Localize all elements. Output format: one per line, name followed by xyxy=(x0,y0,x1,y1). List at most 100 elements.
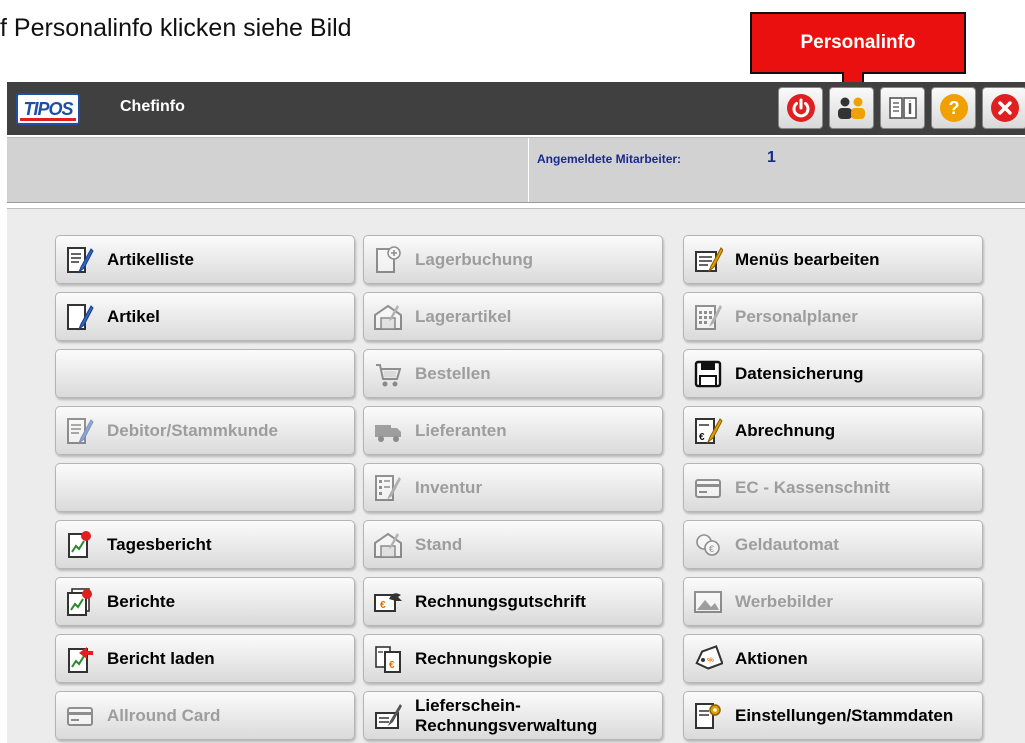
datensicherung-button[interactable]: Datensicherung xyxy=(683,349,983,398)
floppy-icon xyxy=(694,360,722,387)
info-book-button[interactable] xyxy=(880,87,925,129)
power-icon xyxy=(786,94,815,122)
cart-icon xyxy=(376,363,402,386)
menu-button-label: Berichte xyxy=(107,591,176,611)
menu-button-label: Werbebilder xyxy=(735,591,833,611)
stand-button[interactable]: Stand xyxy=(363,520,663,569)
main-menu-panel: Artikelliste Artikel Debitor/Stammkunde Tag… xyxy=(7,208,1025,743)
lieferschein-rechnungsverwaltung-button[interactable]: Lieferschein- Rechnungsverwaltung xyxy=(363,691,663,740)
credit-note-icon: € xyxy=(374,592,402,612)
instruction-caption: f Personalinfo klicken siehe Bild xyxy=(0,14,352,42)
reports-icon xyxy=(67,587,92,616)
einstellungen-stammdaten-button[interactable]: Einstellungen/Stammdaten xyxy=(683,691,983,740)
menu-button-label: Abrechnung xyxy=(735,420,836,440)
menu-button-label: Debitor/Stammkunde xyxy=(107,420,278,440)
empty-menu-button[interactable] xyxy=(55,463,355,512)
report-icon xyxy=(68,530,91,558)
allround-card-button[interactable]: Allround Card xyxy=(55,691,355,740)
edit-list-icon xyxy=(67,246,94,274)
help-button[interactable]: ? xyxy=(931,87,976,129)
warehouse-icon xyxy=(374,532,402,558)
svg-text:€: € xyxy=(380,600,386,611)
svg-text:€: € xyxy=(389,660,395,671)
empty-menu-button[interactable] xyxy=(55,349,355,398)
rechnungsgutschrift-button[interactable]: € Rechnungsgutschrift xyxy=(363,577,663,626)
status-divider xyxy=(528,138,529,202)
svg-text:€: € xyxy=(709,544,714,554)
window-title: Chefinfo xyxy=(120,98,185,115)
book-icon xyxy=(888,97,917,119)
tag-icon: % xyxy=(695,644,723,670)
abrechnung-button[interactable]: € Abrechnung xyxy=(683,406,983,455)
power-button[interactable] xyxy=(778,87,823,129)
add-document-icon xyxy=(376,245,401,273)
card-icon xyxy=(67,706,93,726)
menu-button-label: Inventur xyxy=(415,477,483,497)
invoice-copy-icon: € xyxy=(375,645,401,673)
bericht-laden-button[interactable]: Bericht laden xyxy=(55,634,355,683)
close-icon xyxy=(990,94,1019,122)
edit-menu-icon xyxy=(695,246,723,273)
svg-text:€: € xyxy=(699,432,705,443)
menu-button-label: Rechnungskopie xyxy=(415,648,552,668)
artikelliste-button[interactable]: Artikelliste xyxy=(55,235,355,284)
callout-label: Personalinfo xyxy=(800,32,916,53)
menu-button-label: Einstellungen/Stammdaten xyxy=(735,705,954,725)
warehouse-icon xyxy=(374,304,402,330)
delivery-note-icon xyxy=(375,703,402,729)
menu-button-label: Lieferschein- Rechnungsverwaltung xyxy=(415,695,598,735)
aktionen-button[interactable]: % Aktionen xyxy=(683,634,983,683)
svg-text:?: ? xyxy=(948,98,959,118)
rechnungskopie-button[interactable]: € Rechnungskopie xyxy=(363,634,663,683)
werbebilder-button[interactable]: Werbebilder xyxy=(683,577,983,626)
personalinfo-callout: Personalinfo xyxy=(750,12,966,74)
image-icon xyxy=(694,590,722,613)
billing-icon: € xyxy=(695,417,723,444)
menu-button-label: Lieferanten xyxy=(415,420,507,440)
menu-button-label: Lagerartikel xyxy=(415,306,512,326)
logged-in-staff-count: 1 xyxy=(767,149,776,166)
logo-text: TIPOS xyxy=(23,98,73,119)
coins-icon: € xyxy=(696,533,720,556)
menu-button-label: Bestellen xyxy=(415,363,491,383)
close-button[interactable] xyxy=(982,87,1025,129)
users-icon xyxy=(837,97,865,119)
tagesbericht-button[interactable]: Tagesbericht xyxy=(55,520,355,569)
menu-button-label: Personalplaner xyxy=(735,306,858,326)
settings-document-icon xyxy=(695,702,721,729)
edit-document-icon xyxy=(67,303,94,331)
menu-button-label: Geldautomat xyxy=(735,534,839,554)
personalplaner-button[interactable]: Personalplaner xyxy=(683,292,983,341)
menu-button-label: Menüs bearbeiten xyxy=(735,249,880,269)
personalinfo-button[interactable] xyxy=(829,87,874,129)
menu-button-label: Artikelliste xyxy=(107,249,194,269)
lagerartikel-button[interactable]: Lagerartikel xyxy=(363,292,663,341)
edit-list-icon xyxy=(67,417,94,445)
checklist-icon xyxy=(375,474,401,501)
menues-bearbeiten-button[interactable]: Menüs bearbeiten xyxy=(683,235,983,284)
inventur-button[interactable]: Inventur xyxy=(363,463,663,512)
calendar-icon xyxy=(695,304,722,330)
menu-button-label: Artikel xyxy=(107,306,160,326)
menu-button-label: EC - Kassenschnitt xyxy=(735,477,890,497)
berichte-button[interactable]: Berichte xyxy=(55,577,355,626)
lagerbuchung-button[interactable]: Lagerbuchung xyxy=(363,235,663,284)
tipos-logo: TIPOS xyxy=(16,93,80,125)
menu-button-label: Rechnungsgutschrift xyxy=(415,591,586,611)
status-bar: Angemeldete Mitarbeiter: 1 xyxy=(7,137,1025,203)
menu-button-label: Lagerbuchung xyxy=(415,249,534,269)
debitor-stammkunde-button[interactable]: Debitor/Stammkunde xyxy=(55,406,355,455)
menu-button-label: Bericht laden xyxy=(107,648,215,668)
menu-button-label: Aktionen xyxy=(735,648,808,668)
truck-icon xyxy=(375,424,401,442)
menu-button-label: Stand xyxy=(415,534,463,554)
logged-in-staff-label: Angemeldete Mitarbeiter: xyxy=(537,152,682,166)
geldautomat-button[interactable]: € Geldautomat xyxy=(683,520,983,569)
artikel-button[interactable]: Artikel xyxy=(55,292,355,341)
lieferanten-button[interactable]: Lieferanten xyxy=(363,406,663,455)
load-report-icon xyxy=(68,646,93,673)
menu-button-label: Datensicherung xyxy=(735,363,864,383)
question-icon: ? xyxy=(939,94,968,122)
bestellen-button[interactable]: Bestellen xyxy=(363,349,663,398)
ec-kassenschnitt-button[interactable]: EC - Kassenschnitt xyxy=(683,463,983,512)
